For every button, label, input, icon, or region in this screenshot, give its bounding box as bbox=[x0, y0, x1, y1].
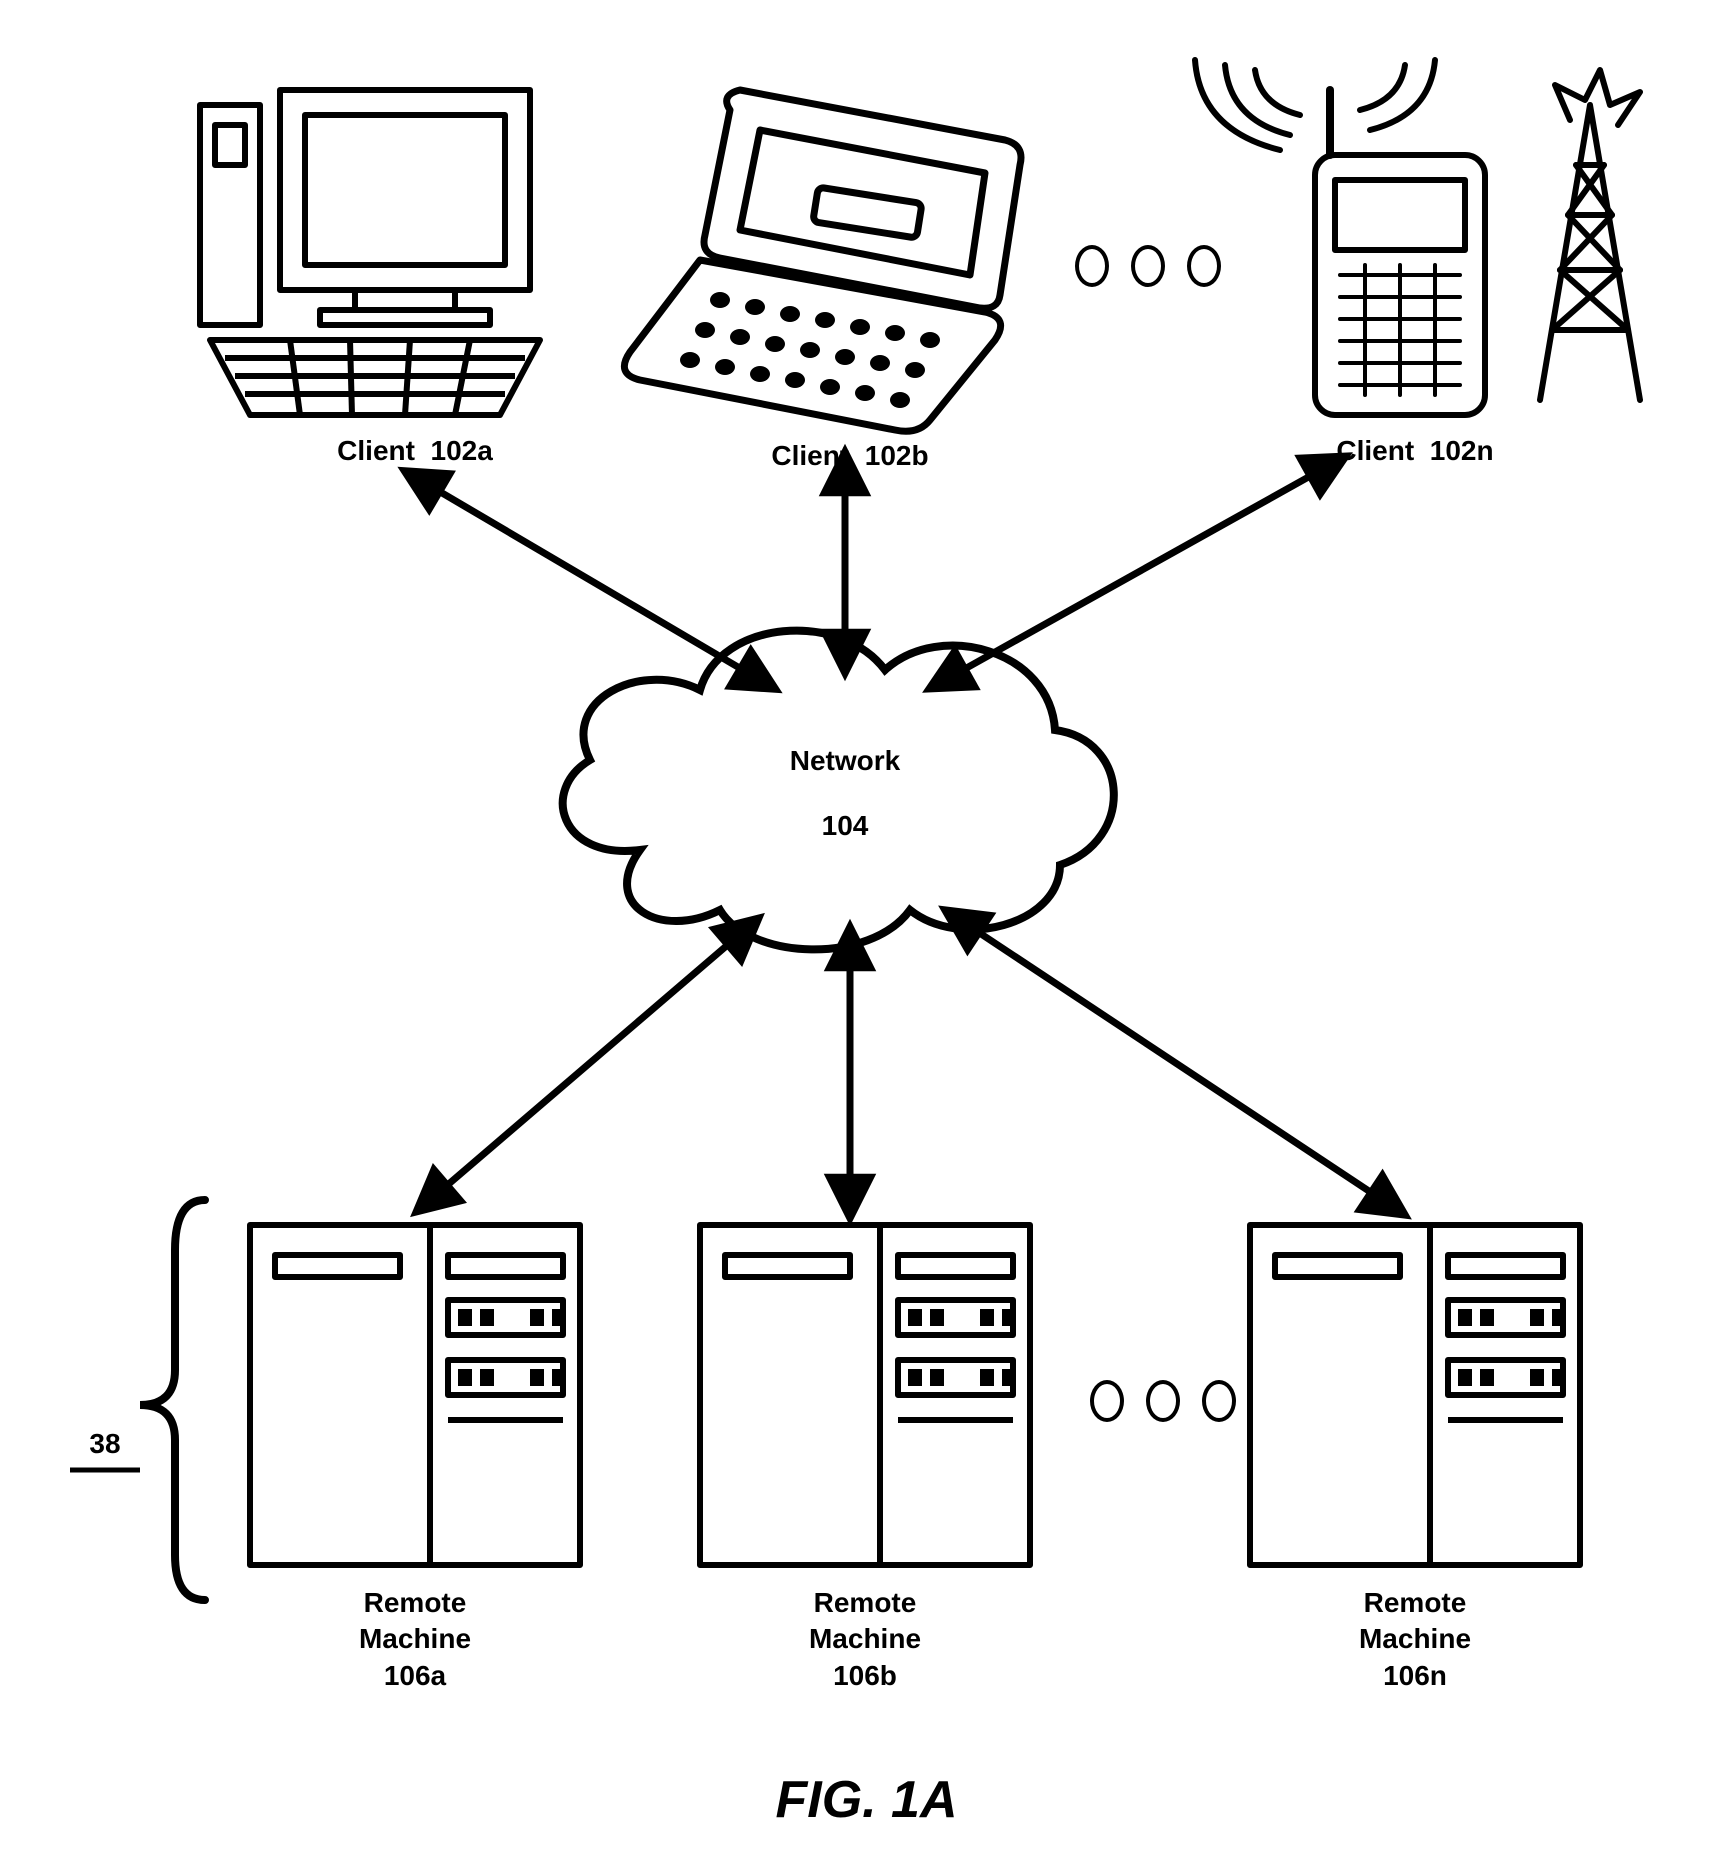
network-label: Network bbox=[745, 745, 945, 777]
laptop-icon bbox=[624, 90, 1021, 431]
server-label-1: RemoteMachine106a bbox=[250, 1585, 580, 1694]
figure-caption: FIG. 1A bbox=[0, 1770, 1733, 1830]
diagram-svg bbox=[0, 0, 1733, 1863]
brace-icon bbox=[140, 1200, 205, 1600]
server-label-3: RemoteMachine106n bbox=[1250, 1585, 1580, 1694]
network-diagram: Client 102a Client 102b Client 102n Netw… bbox=[0, 0, 1733, 1863]
server-icons bbox=[250, 1225, 1580, 1565]
client-label-1: Client 102a bbox=[250, 435, 580, 467]
client-label-2: Client 102b bbox=[700, 440, 1000, 472]
connection-arrows-top bbox=[420, 465, 1330, 680]
mobile-tower-icon bbox=[1195, 60, 1640, 415]
ellipsis-icon bbox=[1075, 245, 1221, 287]
client-label-3: Client 102n bbox=[1250, 435, 1580, 467]
group-id-label: 38 bbox=[65, 1428, 145, 1460]
cloud-icon bbox=[563, 631, 1114, 950]
ellipsis-icon bbox=[1090, 1380, 1236, 1422]
connection-arrows-bottom bbox=[430, 920, 1390, 1205]
server-label-2: RemoteMachine106b bbox=[700, 1585, 1030, 1694]
network-id: 104 bbox=[745, 810, 945, 842]
desktop-computer-icon bbox=[200, 90, 540, 415]
